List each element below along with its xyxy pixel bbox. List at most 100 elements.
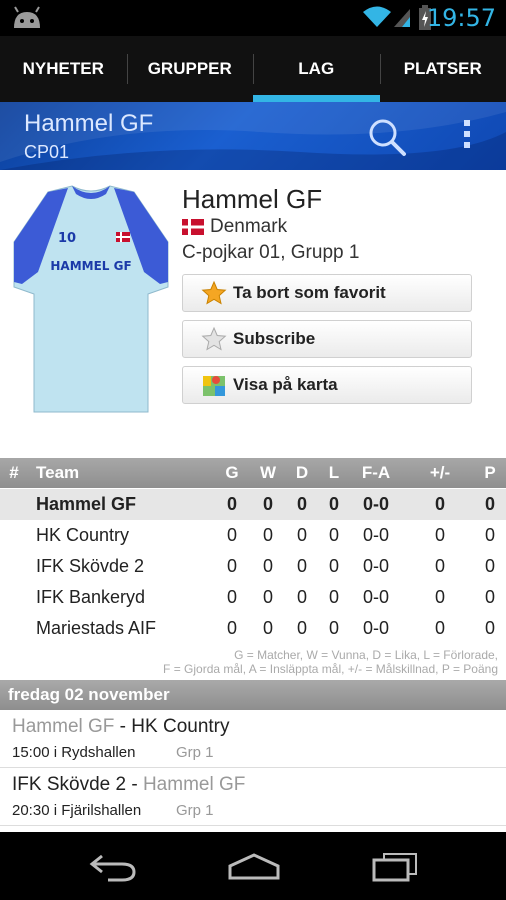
system-nav-bar [0, 832, 506, 900]
row-won: 0 [262, 587, 273, 607]
row-drawn: 0 [296, 556, 307, 576]
row-goal-diff: 0 [434, 556, 445, 576]
col-goals: F-A [361, 463, 391, 482]
row-played: 0 [226, 494, 237, 514]
row-played: 0 [226, 525, 237, 545]
row-points: 0 [484, 618, 495, 638]
col-won: W [259, 463, 277, 482]
col-team: Team [36, 463, 80, 482]
legend-line-2: F = Gjorda mål, A = Insläppta mål, +/- =… [163, 662, 498, 676]
row-points: 0 [484, 494, 495, 514]
subscribe-button[interactable]: Subscribe [182, 320, 472, 358]
row-goals: 0-0 [362, 556, 389, 576]
clock: 19:57 [426, 4, 496, 32]
team-shirt-image: 10 HAMMEL GF [13, 185, 169, 413]
row-goal-diff: 0 [434, 618, 445, 638]
tab-grupper[interactable]: GRUPPER [126, 36, 254, 102]
row-goal-diff: 0 [434, 494, 445, 514]
row-team: Hammel GF [36, 494, 137, 514]
recents-icon[interactable] [370, 852, 420, 882]
home-icon[interactable] [226, 852, 282, 882]
remove-favorite-label: Ta bort som favorit [233, 283, 386, 302]
row-drawn: 0 [296, 494, 307, 514]
star-filled-icon [201, 280, 227, 305]
row-team: Mariestads AIF [36, 618, 157, 638]
row-played: 0 [226, 587, 237, 607]
row-drawn: 0 [296, 618, 307, 638]
team-country: Denmark [182, 216, 287, 238]
col-rank: # [9, 463, 19, 482]
match-time-venue: 15:00 i Rydshallen [12, 744, 136, 761]
android-icon [14, 6, 40, 28]
map-icon [203, 376, 225, 396]
match-teams: Hammel GF - HK Country [12, 716, 230, 738]
remove-favorite-button[interactable]: Ta bort som favorit [182, 274, 472, 312]
status-bar: 19:57 [0, 0, 506, 36]
table-row[interactable]: IFK Skövde 2 0 0 0 0 0-0 0 0 [0, 551, 506, 582]
danish-flag-icon [182, 219, 204, 235]
page-title: Hammel GF [24, 110, 154, 137]
overflow-menu-icon[interactable] [462, 120, 472, 154]
col-played: G [225, 463, 239, 482]
row-played: 0 [226, 618, 237, 638]
row-points: 0 [484, 587, 495, 607]
match-away-team: HK Country [131, 716, 230, 737]
row-team: IFK Skövde 2 [36, 556, 145, 576]
match-separator: - [126, 774, 143, 795]
team-name: Hammel GF [182, 184, 323, 214]
star-outline-icon [201, 326, 227, 351]
row-lost: 0 [328, 587, 339, 607]
row-won: 0 [262, 494, 273, 514]
row-lost: 0 [328, 556, 339, 576]
row-drawn: 0 [296, 525, 307, 545]
row-goals: 0-0 [362, 525, 389, 545]
match-item[interactable]: IFK Skövde 2 - Hammel GF 20:30 i Fjärils… [0, 768, 506, 826]
row-team: IFK Bankeryd [36, 587, 146, 607]
table-legend: G = Matcher, W = Vunna, D = Lika, L = Fö… [163, 648, 498, 676]
match-teams: IFK Skövde 2 - Hammel GF [12, 774, 245, 796]
row-points: 0 [484, 525, 495, 545]
tab-lag[interactable]: LAG [253, 36, 380, 102]
row-won: 0 [262, 556, 273, 576]
show-on-map-label: Visa på karta [233, 375, 338, 394]
standings-header: # Team G W D L F-A +/- P [0, 458, 506, 488]
row-won: 0 [262, 618, 273, 638]
row-lost: 0 [328, 494, 339, 514]
match-home-team: IFK Skövde 2 [12, 774, 127, 795]
match-group: Grp 1 [176, 802, 214, 819]
legend-line-1: G = Matcher, W = Vunna, D = Lika, L = Fö… [234, 648, 498, 662]
page-subtitle: CP01 [24, 142, 70, 162]
row-lost: 0 [328, 618, 339, 638]
col-drawn: D [295, 463, 309, 482]
row-team: HK Country [36, 525, 130, 545]
row-goal-diff: 0 [434, 525, 445, 545]
row-goals: 0-0 [362, 494, 389, 514]
table-row[interactable]: Mariestads AIF 0 0 0 0 0-0 0 0 [0, 613, 506, 644]
col-lost: L [328, 463, 340, 482]
match-time-venue: 20:30 i Fjärilshallen [12, 802, 142, 819]
match-item[interactable]: Hammel GF - HK Country 15:00 i Rydshalle… [0, 710, 506, 768]
subscribe-label: Subscribe [233, 329, 316, 348]
action-bar: Hammel GF CP01 [0, 102, 506, 170]
tab-nyheter[interactable]: NYHETER [0, 36, 127, 102]
team-group: C-pojkar 01, Grupp 1 [182, 242, 360, 263]
row-goals: 0-0 [362, 587, 389, 607]
table-row[interactable]: Hammel GF 0 0 0 0 0-0 0 0 [0, 489, 506, 520]
show-on-map-button[interactable]: Visa på karta [182, 366, 472, 404]
shirt-number: 10 [58, 231, 76, 246]
row-played: 0 [226, 556, 237, 576]
signal-icon [394, 9, 410, 27]
team-info: 10 HAMMEL GF Hammel GF Denmark C-pojkar … [0, 170, 506, 458]
table-row[interactable]: IFK Bankeryd 0 0 0 0 0-0 0 0 [0, 582, 506, 613]
table-row[interactable]: HK Country 0 0 0 0 0-0 0 0 [0, 520, 506, 551]
tab-platser[interactable]: PLATSER [379, 36, 506, 102]
back-icon[interactable] [88, 852, 138, 882]
row-drawn: 0 [296, 587, 307, 607]
wifi-icon [363, 6, 391, 27]
row-points: 0 [484, 556, 495, 576]
col-points: P [484, 463, 496, 482]
match-separator: - [114, 716, 132, 737]
match-away-team: Hammel GF [142, 774, 246, 795]
shirt-text: HAMMEL GF [50, 259, 131, 273]
search-icon[interactable] [366, 116, 408, 158]
